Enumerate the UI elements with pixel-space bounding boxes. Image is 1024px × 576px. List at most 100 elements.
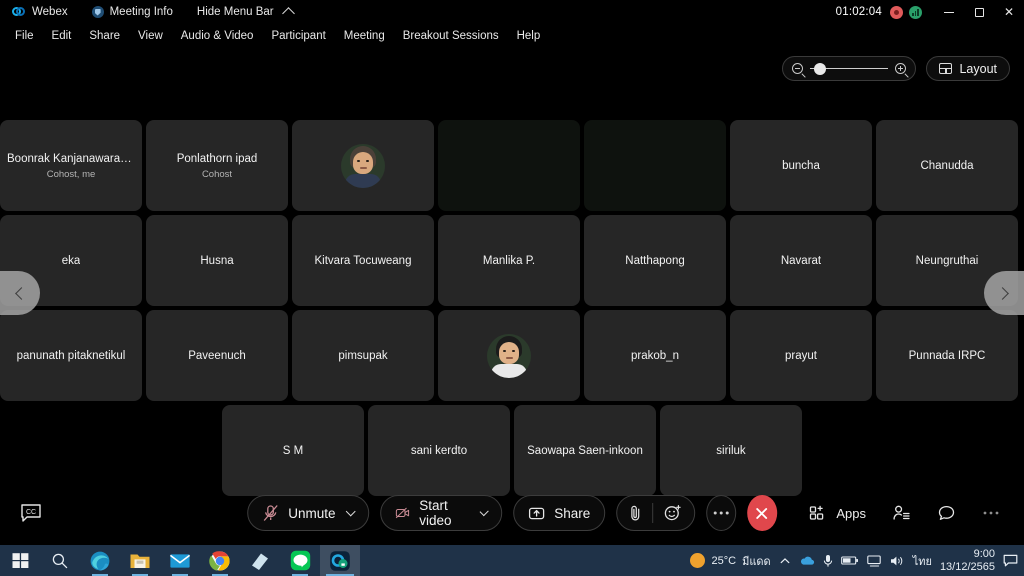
record-icon[interactable]: [890, 5, 903, 19]
menu-item-share[interactable]: Share: [80, 26, 129, 46]
reactions-button[interactable]: [663, 504, 682, 522]
microphone-muted-icon: [263, 505, 278, 521]
zoom-out-icon[interactable]: [792, 63, 804, 74]
leave-meeting-button[interactable]: [747, 495, 777, 531]
menu-item-file[interactable]: File: [6, 26, 43, 46]
participant-role: Cohost: [201, 168, 233, 180]
menu-item-meeting[interactable]: Meeting: [335, 26, 394, 46]
taskbar-app-file-explorer[interactable]: [120, 545, 160, 576]
taskbar-app-edge[interactable]: [80, 545, 120, 576]
layout-button[interactable]: Layout: [926, 56, 1010, 81]
meeting-toolbar: CC Unmute Start video Share Apps: [0, 481, 1024, 545]
zoom-in-icon[interactable]: [895, 63, 907, 74]
apps-button[interactable]: Apps: [799, 495, 876, 531]
participant-name: panunath pitaknetikul: [16, 349, 126, 362]
more-options-button[interactable]: [706, 495, 737, 531]
participant-tile[interactable]: Navarat: [730, 215, 872, 306]
chrome-browser-icon: [209, 550, 230, 571]
menu-item-edit[interactable]: Edit: [43, 26, 81, 46]
notification-button[interactable]: [1003, 554, 1018, 567]
participant-tile[interactable]: [584, 120, 726, 211]
share-button[interactable]: Share: [513, 495, 606, 531]
network-quality-icon[interactable]: [909, 5, 922, 19]
menu-item-audio-video[interactable]: Audio & Video: [172, 26, 263, 46]
weather-widget[interactable]: 25°C มีแดด: [690, 552, 771, 570]
start-video-button[interactable]: Start video: [380, 495, 503, 531]
clock[interactable]: 9:00 13/12/2565: [940, 548, 995, 574]
zoom-slider[interactable]: [810, 62, 889, 75]
chevron-down-icon[interactable]: [346, 506, 356, 517]
participant-tile[interactable]: Paveenuch: [146, 310, 288, 401]
participant-name: pimsupak: [338, 349, 388, 362]
network-button[interactable]: [866, 554, 882, 567]
participant-tile[interactable]: Punnada IRPC: [876, 310, 1018, 401]
file-explorer-icon: [130, 554, 150, 568]
camera-off-icon: [396, 507, 410, 519]
language-indicator[interactable]: ไทย: [913, 552, 932, 570]
participant-name: Natthapong: [625, 254, 685, 267]
next-page-button[interactable]: [984, 271, 1024, 315]
close-button[interactable]: ✕: [994, 0, 1024, 24]
taskbar-search-button[interactable]: [40, 545, 80, 576]
meeting-info-label: Meeting Info: [109, 6, 173, 18]
meeting-timer: 01:02:04: [835, 6, 882, 18]
participant-tile[interactable]: pimsupak: [292, 310, 434, 401]
zoom-slider-control[interactable]: [782, 56, 917, 81]
participant-tile[interactable]: Boonrak Kanjanawarawa… Cohost, me: [0, 120, 142, 211]
participant-name: siriluk: [716, 444, 746, 457]
menu-item-breakout-sessions[interactable]: Breakout Sessions: [394, 26, 508, 46]
participant-name: buncha: [782, 159, 820, 172]
avatar: [487, 333, 531, 378]
participant-tile[interactable]: [438, 310, 580, 401]
taskbar-app-mail[interactable]: [160, 545, 200, 576]
taskbar-app-webex[interactable]: [320, 545, 360, 576]
menu-item-help[interactable]: Help: [508, 26, 550, 46]
windows-taskbar: 25°C มีแดด ไทย 9:00 13/12/2565: [0, 545, 1024, 576]
speaker-icon: [890, 556, 902, 565]
unmute-button[interactable]: Unmute: [247, 495, 370, 531]
meeting-info-button[interactable]: Meeting Info: [80, 0, 185, 24]
participant-tile[interactable]: Manlika P.: [438, 215, 580, 306]
onedrive-cloud-icon: [800, 556, 814, 565]
tray-overflow-button[interactable]: [779, 555, 791, 567]
participant-tile[interactable]: [292, 120, 434, 211]
participant-tile[interactable]: [438, 120, 580, 211]
windows-start-icon: [12, 553, 28, 568]
menu-item-view[interactable]: View: [129, 26, 172, 46]
participant-tile[interactable]: panunath pitaknetikul: [0, 310, 142, 401]
start-button[interactable]: [0, 545, 40, 576]
participant-tile[interactable]: Chanudda: [876, 120, 1018, 211]
volume-button[interactable]: [890, 555, 905, 567]
menu-item-participant[interactable]: Participant: [262, 26, 334, 46]
attach-button[interactable]: [629, 504, 642, 522]
onedrive-button[interactable]: [799, 555, 815, 567]
participant-tile[interactable]: Kitvara Tocuweang: [292, 215, 434, 306]
more-options-right-button[interactable]: [972, 495, 1010, 531]
participants-button[interactable]: [882, 495, 921, 531]
participant-name: Kitvara Tocuweang: [314, 254, 412, 267]
video-row: panunath pitaknetikul Paveenuch pimsupak…: [0, 310, 1024, 401]
paperclip-icon: [631, 505, 640, 521]
taskbar-app-line[interactable]: [280, 545, 320, 576]
taskbar-app-sticky-notes[interactable]: [240, 545, 280, 576]
hide-menu-bar-button[interactable]: Hide Menu Bar: [185, 0, 305, 24]
battery-button[interactable]: [840, 555, 859, 566]
zoom-slider-knob[interactable]: [814, 62, 827, 75]
participant-tile[interactable]: Husna: [146, 215, 288, 306]
microphone-tray-button[interactable]: [823, 554, 833, 568]
participant-tile[interactable]: prakob_n: [584, 310, 726, 401]
taskbar-app-chrome[interactable]: [200, 545, 240, 576]
participant-tile[interactable]: Ponlathorn ipad Cohost: [146, 120, 288, 211]
participant-tile[interactable]: prayut: [730, 310, 872, 401]
participant-name: prayut: [785, 349, 817, 362]
chat-button[interactable]: [927, 495, 966, 531]
closed-caption-button[interactable]: CC: [20, 503, 42, 523]
chevron-down-icon[interactable]: [479, 507, 489, 516]
participant-tile[interactable]: buncha: [730, 120, 872, 211]
participant-tile[interactable]: Natthapong: [584, 215, 726, 306]
share-label: Share: [554, 505, 591, 521]
minimize-button[interactable]: [934, 0, 964, 24]
apps-label: Apps: [836, 505, 866, 521]
hide-menu-bar-label: Hide Menu Bar: [196, 6, 274, 18]
maximize-button[interactable]: [964, 0, 994, 24]
